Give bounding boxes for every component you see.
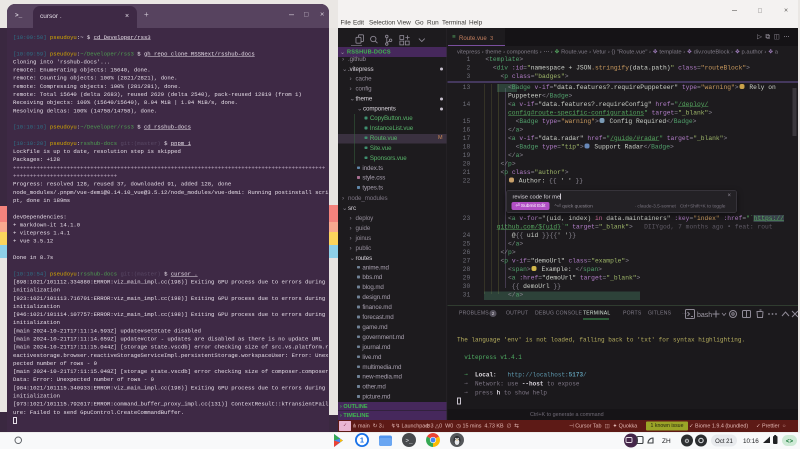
svg-text:bash: bash (697, 312, 712, 319)
svg-text:Oct 21: Oct 21 (715, 439, 733, 445)
svg-text:ZH: ZH (662, 438, 671, 445)
svg-text:⚙: ⚙ (684, 438, 689, 445)
svg-text:>_: >_ (405, 438, 413, 445)
svg-text:1: 1 (360, 436, 364, 445)
svg-text:<>: <> (786, 438, 794, 445)
svg-text:10:16: 10:16 (743, 438, 759, 445)
